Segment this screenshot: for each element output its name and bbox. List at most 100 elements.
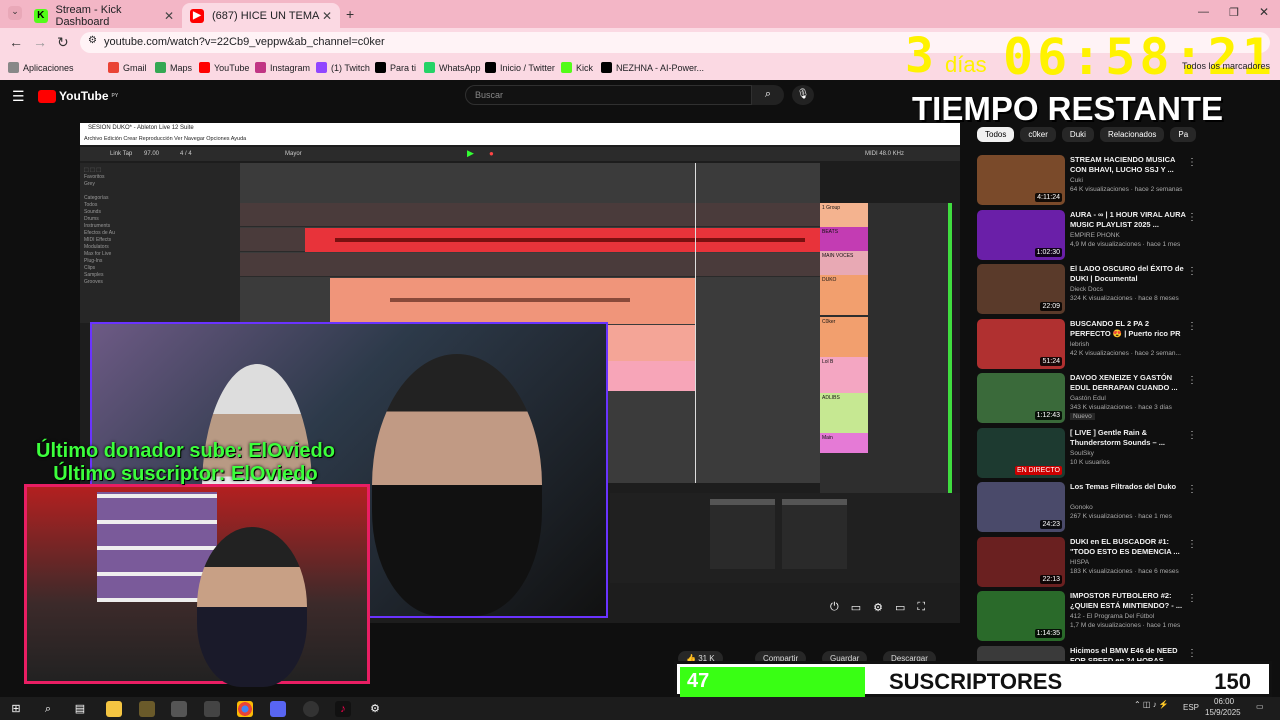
fullscreen-icon[interactable]: ⛶ <box>917 601 925 614</box>
more-options-icon[interactable]: ⋮ <box>1187 375 1197 386</box>
video-title[interactable]: DUKI en EL BUSCADOR #1: "TODO ESTO ES DE… <box>1070 537 1190 557</box>
video-title[interactable]: Los Temas Filtrados del Duko <box>1070 482 1190 492</box>
tab-search-icon[interactable]: ⌄ <box>8 6 22 20</box>
subtitles-icon[interactable]: ▭ <box>851 601 861 614</box>
bookmark-item[interactable]: Maps <box>155 62 192 73</box>
more-options-icon[interactable]: ⋮ <box>1187 321 1197 332</box>
audio-clip[interactable] <box>600 361 696 391</box>
tray-icons[interactable]: ⌃ ◫ ♪ ⚡ <box>1134 700 1169 709</box>
bookmark-item[interactable]: Aplicaciones <box>8 62 74 73</box>
task-view-icon[interactable]: ▤ <box>72 701 88 717</box>
video-title[interactable]: BUSCANDO EL 2 PA 2 PERFECTO 😍 | Puerto r… <box>1070 319 1190 339</box>
search-button[interactable]: ⌕ <box>752 85 784 105</box>
tiktok-icon[interactable]: ♪ <box>335 701 351 717</box>
video-thumbnail[interactable]: 22:13 <box>977 536 1065 587</box>
video-thumbnail[interactable]: 22:09 <box>977 264 1065 314</box>
more-options-icon[interactable]: ⋮ <box>1187 593 1197 604</box>
windows-start-icon[interactable]: ⊞ <box>8 701 24 717</box>
filter-chip[interactable]: Pa <box>1170 127 1197 142</box>
app-icon[interactable] <box>139 701 155 717</box>
menu-icon[interactable]: ☰ <box>12 88 25 105</box>
audio-clip[interactable] <box>305 228 820 252</box>
close-window-button[interactable]: ✕ <box>1259 5 1269 19</box>
notifications-icon[interactable]: ▭ <box>1256 702 1264 711</box>
filter-chip[interactable]: Todos <box>977 127 1015 142</box>
theater-icon[interactable]: ▭ <box>895 601 905 614</box>
video-title[interactable]: [ LIVE ] Gentle Rain & Thunderstorm Soun… <box>1070 428 1190 448</box>
settings-icon[interactable]: ⚙ <box>367 701 383 717</box>
app-icon[interactable] <box>204 701 220 717</box>
more-options-icon[interactable]: ⋮ <box>1187 539 1197 550</box>
recommended-video[interactable]: 51:24 BUSCANDO EL 2 PA 2 PERFECTO 😍 | Pue… <box>977 318 1197 371</box>
settings-icon[interactable]: ⚙ <box>873 601 883 614</box>
channel-name[interactable]: Gonoko <box>1070 504 1093 511</box>
video-thumbnail[interactable]: 51:24 <box>977 318 1065 369</box>
bookmark-item[interactable]: Kick <box>561 62 593 73</box>
minimize-button[interactable]: — <box>1198 6 1209 18</box>
more-options-icon[interactable]: ⋮ <box>1187 648 1197 659</box>
recommended-video[interactable]: 22:13 DUKI en EL BUSCADOR #1: "TODO ESTO … <box>977 536 1197 589</box>
bookmark-item[interactable]: Inicio / Twitter <box>485 62 555 73</box>
channel-name[interactable]: SoulSky <box>1070 450 1094 457</box>
site-info-icon[interactable]: ⚙ <box>88 35 97 46</box>
file-explorer-icon[interactable] <box>106 701 122 717</box>
video-thumbnail[interactable]: 1:02:30 <box>977 209 1065 260</box>
channel-name[interactable]: Dieck Docs <box>1070 286 1103 293</box>
more-options-icon[interactable]: ⋮ <box>1187 266 1197 277</box>
audio-clip[interactable] <box>600 325 696 361</box>
autoplay-toggle[interactable]: ⏻ <box>830 601 839 614</box>
reload-icon[interactable]: ↻ <box>57 34 69 51</box>
filter-chip[interactable]: Duki <box>1061 127 1094 142</box>
video-thumbnail[interactable]: 24:23 <box>977 482 1065 532</box>
video-thumbnail[interactable]: 1:12:43 <box>977 373 1065 423</box>
more-options-icon[interactable]: ⋮ <box>1187 430 1197 441</box>
voice-search-button[interactable]: 🎙 <box>792 85 814 105</box>
recommended-video[interactable]: EN DIRECTO [ LIVE ] Gentle Rain & Thunder… <box>977 427 1197 480</box>
channel-name[interactable]: EMPIRE PHONK <box>1070 232 1120 239</box>
clock-time[interactable]: 06:00 <box>1214 697 1234 706</box>
tab-kick[interactable]: K Stream - Kick Dashboard ✕ <box>26 3 182 28</box>
bookmark-item[interactable]: YouTube <box>199 62 249 73</box>
audio-clip[interactable] <box>330 278 696 324</box>
search-input[interactable]: Buscar <box>465 85 752 105</box>
search-icon[interactable]: ⌕ <box>40 701 56 717</box>
channel-name[interactable]: HISPA <box>1070 559 1089 566</box>
app-icon[interactable] <box>171 701 187 717</box>
more-options-icon[interactable]: ⋮ <box>1187 157 1197 168</box>
youtube-logo[interactable]: YouTube PY <box>38 89 118 103</box>
bookmark-item[interactable]: Gmail <box>108 62 147 73</box>
bookmark-item[interactable]: WhatsApp <box>424 62 481 73</box>
clock-date[interactable]: 15/9/2025 <box>1205 708 1241 717</box>
more-options-icon[interactable]: ⋮ <box>1187 212 1197 223</box>
video-thumbnail[interactable]: 4:11:24 <box>977 155 1065 205</box>
filter-chip[interactable]: Relacionados <box>1099 127 1165 142</box>
recommended-video[interactable]: 1:14:35 IMPOSTOR FUTBOLERO #2: ¿QUIEN EST… <box>977 591 1197 643</box>
channel-name[interactable]: 412 - El Programa Del Fútbol <box>1070 613 1154 620</box>
bookmarks-all[interactable]: Todos los marcadores <box>1182 61 1270 71</box>
recommended-video[interactable]: 4:11:24 STREAM HACIENDO MUSICA CON BHAVI,… <box>977 155 1197 207</box>
channel-name[interactable]: lebrish <box>1070 341 1089 348</box>
recommended-video[interactable]: 24:23 Los Temas Filtrados del Duko Gonoko 2… <box>977 482 1197 534</box>
tab-youtube[interactable]: ▶ (687) HICE UN TEMA CON ✕ <box>182 3 340 28</box>
video-title[interactable]: IMPOSTOR FUTBOLERO #2: ¿QUIEN ESTÁ MINTI… <box>1070 591 1190 611</box>
new-tab-button[interactable]: + <box>346 6 354 22</box>
video-title[interactable]: STREAM HACIENDO MUSICA CON BHAVI, LUCHO … <box>1070 155 1190 175</box>
video-title[interactable]: El LADO OSCURO del ÉXITO de DUKI | Docum… <box>1070 264 1190 284</box>
bookmark-item[interactable]: Para ti <box>375 62 416 73</box>
recommended-video[interactable]: 22:09 El LADO OSCURO del ÉXITO de DUKI | … <box>977 264 1197 316</box>
restore-button[interactable]: ❐ <box>1229 6 1239 19</box>
recommended-video[interactable]: 1:02:30 AURA - ∞ | 1 HOUR VIRAL AURA MUSI… <box>977 209 1197 262</box>
recommended-video[interactable]: 1:12:43 DAVOO XENEIZE Y GASTÓN EDUL DERRA… <box>977 373 1197 425</box>
video-thumbnail[interactable]: EN DIRECTO <box>977 427 1065 478</box>
discord-icon[interactable] <box>270 701 286 717</box>
back-icon[interactable]: ← <box>9 34 23 50</box>
more-options-icon[interactable]: ⋮ <box>1187 484 1197 495</box>
language-indicator[interactable]: ESP <box>1183 703 1199 712</box>
channel-name[interactable]: Cuki <box>1070 177 1083 184</box>
channel-name[interactable]: Gastón Edul <box>1070 395 1106 402</box>
chrome-icon[interactable] <box>237 701 253 717</box>
close-icon[interactable]: ✕ <box>322 9 332 23</box>
close-icon[interactable]: ✕ <box>164 9 174 23</box>
filter-chip[interactable]: c0ker <box>1020 127 1056 142</box>
video-title[interactable]: DAVOO XENEIZE Y GASTÓN EDUL DERRAPAN CUA… <box>1070 373 1190 393</box>
